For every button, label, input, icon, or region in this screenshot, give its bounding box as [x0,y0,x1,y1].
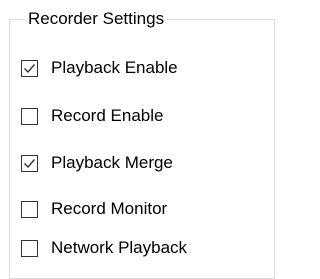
checkbox-label: Playback Enable [51,58,178,77]
checkbox-label: Record Monitor [51,199,168,218]
checkbox-label: Record Enable [51,106,164,125]
checkbox-box[interactable] [21,200,38,218]
checkbox-box[interactable] [21,59,38,77]
network-playback-checkbox[interactable]: Network Playback [21,233,187,263]
record-monitor-checkbox[interactable]: Record Monitor [21,194,167,224]
checkbox-box[interactable] [21,107,38,125]
group-title: Recorder Settings [25,9,168,29]
check-mark-icon [24,158,36,168]
record-enable-checkbox[interactable]: Record Enable [21,101,163,131]
checkbox-box[interactable] [21,154,38,172]
playback-merge-checkbox[interactable]: Playback Merge [21,148,173,178]
playback-enable-checkbox[interactable]: Playback Enable [21,53,178,83]
checkbox-label: Playback Merge [51,153,173,172]
checkbox-label: Network Playback [51,238,188,257]
check-mark-icon [24,63,36,73]
checkbox-box[interactable] [21,239,38,257]
